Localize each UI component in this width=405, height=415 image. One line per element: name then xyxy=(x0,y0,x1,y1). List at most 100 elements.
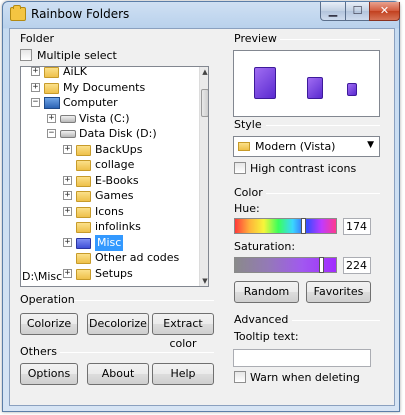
scrollbar-thumb[interactable] xyxy=(201,89,208,117)
options-button[interactable]: Options xyxy=(20,363,78,385)
tree-item-label: infolinks xyxy=(95,220,141,233)
favorites-button[interactable]: Favorites xyxy=(306,281,371,303)
hue-slider-handle[interactable] xyxy=(301,218,306,234)
folder-tree[interactable]: + AiLK + My Documents − Computer + Vista (C:) − D… xyxy=(20,66,209,287)
operation-divider xyxy=(74,300,214,301)
tree-item-label: AiLK xyxy=(63,66,87,78)
folder-icon xyxy=(76,144,91,156)
tree-item[interactable]: + My Documents xyxy=(21,80,197,96)
folder-icon xyxy=(76,237,91,249)
app-window: Rainbow Folders ▁ ☐ ✕ Folder Multiple se… xyxy=(2,1,400,412)
collapse-icon[interactable]: − xyxy=(47,129,56,138)
tree-item[interactable]: + Games xyxy=(21,188,197,204)
saturation-slider-handle[interactable] xyxy=(319,257,324,273)
tree-item[interactable]: − Computer xyxy=(21,95,197,111)
tree-item-label: BackUps xyxy=(95,142,143,156)
saturation-value-field[interactable]: 224 xyxy=(343,257,371,274)
preview-group-label: Preview xyxy=(234,32,277,45)
folder-icon xyxy=(76,191,91,202)
color-group-label: Color xyxy=(234,186,263,199)
expand-icon[interactable]: + xyxy=(47,113,56,123)
folder-icon xyxy=(76,175,91,187)
expand-icon[interactable]: + xyxy=(63,206,72,216)
expand-icon[interactable]: + xyxy=(63,175,72,185)
tree-scrollbar[interactable]: ▲ ▼ xyxy=(199,67,208,286)
multiple-select-checkbox[interactable] xyxy=(20,49,32,61)
random-button[interactable]: Random xyxy=(234,281,299,303)
tree-item-label: Other ad codes xyxy=(95,251,180,264)
hue-label: Hue: xyxy=(234,202,260,215)
tree-item[interactable]: + AiLK xyxy=(21,66,197,80)
folder-icon xyxy=(76,253,91,264)
style-selected-value: Modern (Vista) xyxy=(255,140,336,153)
folder-icon xyxy=(44,82,59,94)
expand-icon[interactable]: + xyxy=(63,237,72,247)
maximize-button[interactable]: ☐ xyxy=(345,2,370,21)
hue-value-field[interactable]: 174 xyxy=(343,218,371,235)
tree-item-label: Computer xyxy=(63,96,118,109)
window-title: Rainbow Folders xyxy=(31,7,130,21)
scroll-up-arrow-icon[interactable]: ▲ xyxy=(200,67,208,77)
tree-item-label: E-Books xyxy=(95,173,139,187)
folder-preview xyxy=(233,50,380,117)
tree-item[interactable]: Other ad codes xyxy=(21,250,197,266)
tree-item-label: Misc xyxy=(95,234,124,251)
tree-item-label: Vista (C:) xyxy=(79,111,130,125)
folder-icon xyxy=(76,268,91,280)
tree-item[interactable]: + Misc xyxy=(21,234,197,251)
minimize-button[interactable]: ▁ xyxy=(320,2,346,21)
tree-item[interactable]: + Vista (C:) xyxy=(21,111,197,127)
tree-item[interactable]: + Icons xyxy=(21,204,197,220)
colorize-button[interactable]: Colorize xyxy=(20,313,78,335)
decolorize-button[interactable]: Decolorize xyxy=(87,313,149,335)
high-contrast-label: High contrast icons xyxy=(250,162,357,175)
high-contrast-checkbox[interactable] xyxy=(234,162,246,174)
about-button[interactable]: About xyxy=(87,363,149,385)
warn-when-deleting-label: Warn when deleting xyxy=(250,371,360,384)
help-button[interactable]: Help xyxy=(152,363,214,385)
saturation-label: Saturation: xyxy=(234,240,296,253)
title-bar[interactable]: Rainbow Folders ▁ ☐ ✕ xyxy=(3,2,400,27)
tree-item-label: Setups xyxy=(95,266,133,280)
tooltip-text-label: Tooltip text: xyxy=(234,330,299,343)
app-folder-icon xyxy=(10,5,26,21)
expand-icon[interactable]: + xyxy=(63,144,72,154)
style-group-label: Style xyxy=(234,118,262,131)
tree-item-label: Data Disk (D:) xyxy=(79,127,157,140)
extract-color-button[interactable]: Extract color xyxy=(152,313,214,350)
preview-divider xyxy=(280,39,380,40)
preview-folder-large-icon xyxy=(254,67,276,99)
preview-folder-small-icon xyxy=(347,83,357,96)
hue-slider[interactable] xyxy=(234,218,337,234)
expand-icon[interactable]: + xyxy=(31,82,40,92)
advanced-divider xyxy=(292,320,380,321)
folder-icon xyxy=(44,67,59,78)
tree-item[interactable]: + BackUps xyxy=(21,142,197,158)
folder-group-label: Folder xyxy=(20,32,54,45)
drive-icon xyxy=(60,130,76,138)
expand-icon[interactable]: + xyxy=(63,191,72,200)
tree-item[interactable]: − Data Disk (D:) xyxy=(21,126,197,142)
saturation-slider[interactable] xyxy=(234,257,337,273)
style-folder-icon xyxy=(238,142,250,151)
scroll-down-arrow-icon[interactable]: ▼ xyxy=(200,276,208,286)
chevron-down-icon[interactable]: ▼ xyxy=(367,140,374,150)
expand-icon[interactable]: + xyxy=(63,268,72,278)
warn-when-deleting-checkbox[interactable] xyxy=(234,371,246,383)
preview-folder-medium-icon xyxy=(307,77,323,99)
close-button[interactable]: ✕ xyxy=(369,2,400,21)
tree-item[interactable]: + E-Books xyxy=(21,173,197,189)
expand-icon[interactable]: + xyxy=(31,67,40,76)
tree-item[interactable]: collage xyxy=(21,157,197,173)
color-divider xyxy=(266,193,380,194)
others-group-label: Others xyxy=(20,345,57,358)
folder-icon xyxy=(76,160,91,171)
folder-icon xyxy=(76,222,91,233)
dialog-client: Folder Multiple select + AiLK + My Document… xyxy=(9,28,395,406)
tooltip-text-input[interactable] xyxy=(233,349,371,367)
folder-icon xyxy=(76,206,91,218)
tree-item[interactable]: infolinks xyxy=(21,219,197,235)
operation-group-label: Operation xyxy=(20,293,75,306)
style-dropdown[interactable]: Modern (Vista) ▼ xyxy=(233,136,380,157)
collapse-icon[interactable]: − xyxy=(31,98,40,107)
